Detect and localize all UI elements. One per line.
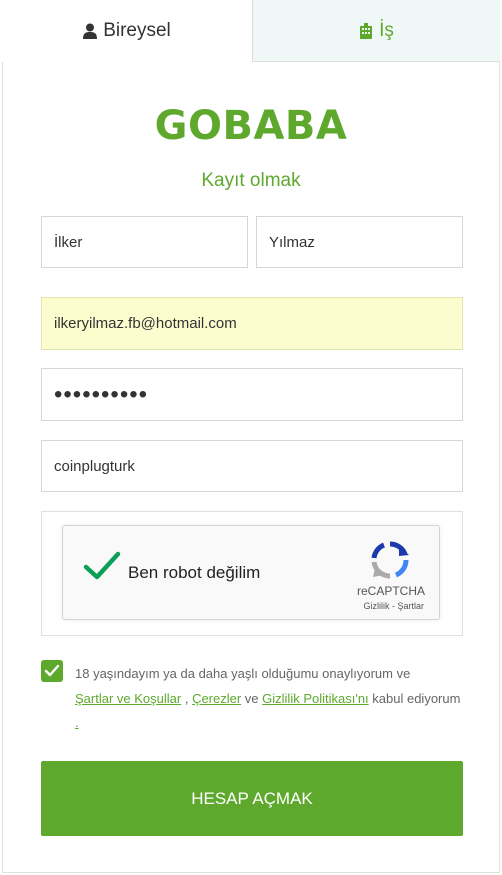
- tab-business[interactable]: İş: [253, 0, 500, 62]
- first-name-input[interactable]: [41, 216, 248, 268]
- checkmark-icon: [44, 664, 60, 677]
- captcha-checkmark-icon[interactable]: [83, 550, 121, 587]
- recaptcha-privacy-link[interactable]: Gizlilik: [363, 601, 389, 611]
- recaptcha-widget: Ben robot değilim reCAPTCHA Gizlilik - Ş…: [62, 525, 440, 620]
- last-name-input[interactable]: [256, 216, 463, 268]
- privacy-policy-link[interactable]: Gizlilik Politikası'nı: [262, 691, 369, 706]
- terms-link[interactable]: Şartlar ve Koşullar: [75, 691, 181, 706]
- recaptcha-terms-link[interactable]: Şartlar: [397, 601, 424, 611]
- recaptcha-brand: reCAPTCHA: [356, 584, 425, 598]
- recaptcha-links: Gizlilik - Şartlar: [363, 601, 424, 611]
- tab-personal[interactable]: Bireysel: [2, 0, 253, 62]
- consent-text: 18 yaşındayım ya da daha yaşlı olduğumu …: [75, 662, 465, 736]
- tab-business-label: İş: [379, 19, 394, 41]
- consent-separator-1: ,: [181, 690, 193, 706]
- cookies-link[interactable]: Çerezler: [192, 691, 241, 706]
- account-type-tabs: Bireysel İş: [2, 0, 500, 62]
- open-account-button[interactable]: HESAP AÇMAK: [41, 761, 463, 836]
- recaptcha-logo-icon: [370, 540, 410, 585]
- age-consent-checkbox[interactable]: [41, 660, 63, 682]
- consent-text-before: 18 yaşındayım ya da daha yaşlı olduğumu …: [75, 666, 411, 681]
- tab-personal-label: Bireysel: [103, 20, 171, 41]
- page-subtitle: Kayıt olmak: [201, 170, 301, 191]
- consent-text-after: kabul ediyorum: [368, 690, 461, 706]
- gobaba-logo: GOBABA: [154, 103, 348, 149]
- captcha-label: Ben robot değilim: [128, 563, 261, 582]
- referral-code-input[interactable]: [41, 440, 463, 492]
- user-icon: [83, 23, 98, 39]
- email-input[interactable]: [41, 297, 463, 350]
- password-input[interactable]: [41, 368, 463, 421]
- building-icon: [359, 22, 373, 39]
- consent-separator-2: ve: [241, 690, 263, 706]
- consent-period-link[interactable]: .: [75, 715, 79, 730]
